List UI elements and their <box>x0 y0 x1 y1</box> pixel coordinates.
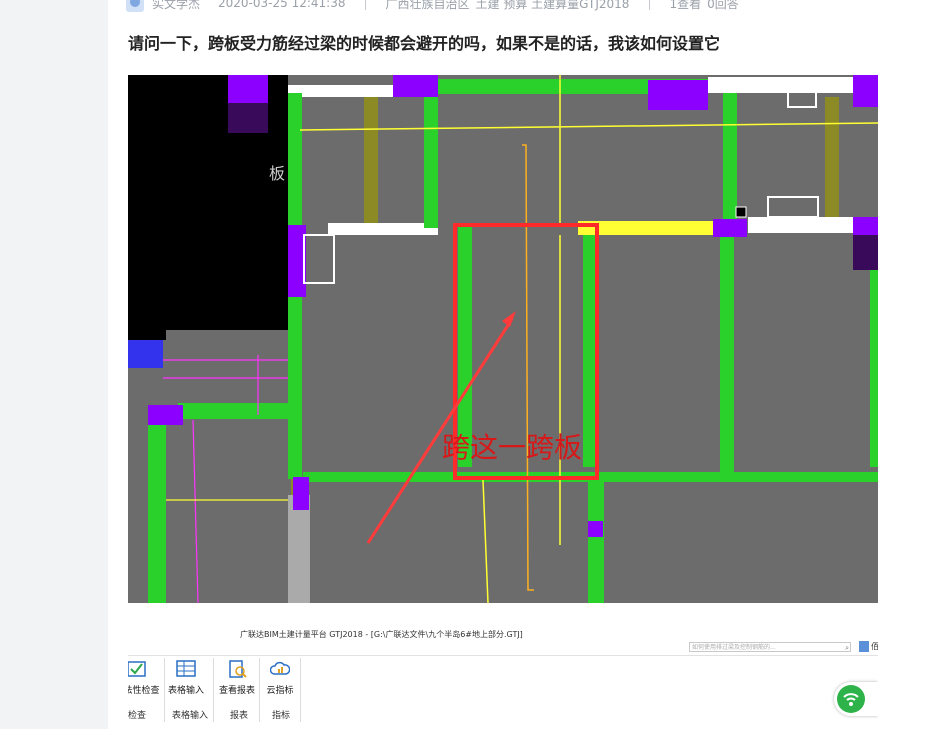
validity-check-button[interactable]: 合法性检查 <box>128 660 160 696</box>
view-report-button[interactable]: 查看报表 <box>214 660 260 696</box>
table-input-label: 表格输入 <box>167 686 204 696</box>
avatar[interactable] <box>126 0 144 12</box>
answer-count: 0回答 <box>707 0 739 11</box>
meta-divider: | <box>363 0 368 10</box>
annotation-text: 跨这一跨板 <box>442 431 582 464</box>
question-title: 请问一下，跨板受力筋经过梁的时候都会避开的吗，如果不是的话，我该如何设置它 <box>128 34 721 53</box>
cloud-icon <box>269 660 291 678</box>
user-icon[interactable] <box>859 641 869 652</box>
search-icon[interactable]: ⌕ <box>845 643 849 651</box>
ribbon-divider <box>213 658 214 722</box>
view-count: 1查看 <box>669 0 702 11</box>
ribbon-divider <box>259 658 260 722</box>
cloud-index-label: 云指标 <box>266 686 294 696</box>
group-check: 检查 <box>128 711 147 721</box>
check-icon <box>128 660 147 678</box>
board-label: 板 <box>269 164 285 183</box>
ribbon-divider <box>164 658 165 722</box>
table-input-button[interactable]: 表格输入 <box>163 660 209 696</box>
post-meta: 实文学杰 2020-03-25 12:41:38 | 广西壮族自治区 土建 预算… <box>126 0 757 14</box>
table-icon <box>176 660 196 678</box>
search-input[interactable]: 如何使用排过梁及控制钢筋的... ⌕ <box>689 642 851 652</box>
ribbon-toolbar: 合法性检查 表格输入 查看报表 云指标 <box>128 655 878 729</box>
cloud-index-button[interactable]: 云指标 <box>257 660 303 696</box>
post-region: 广西壮族自治区 <box>385 0 470 11</box>
app-title: 广联达BIM土建计量平台 GTJ2018 - [G:\广联达文件\九个半岛6#地… <box>240 630 523 639</box>
group-table-input: 表格输入 <box>172 711 209 721</box>
meta-divider: | <box>647 0 652 10</box>
report-icon <box>227 660 247 678</box>
post-datetime: 2020-03-25 12:41:38 <box>218 0 346 10</box>
wifi-icon <box>837 685 865 713</box>
cad-drawing: 板 跨这一跨板 <box>128 75 878 603</box>
attached-screenshot[interactable]: 板 跨这一跨板 广联达BIM土建计量平台 GTJ2018 - [G:\广联达文件… <box>128 75 878 729</box>
view-report-label: 查看报表 <box>218 686 255 696</box>
ribbon-divider <box>300 658 301 722</box>
network-widget[interactable] <box>834 682 878 716</box>
validity-check-label: 合法性检查 <box>128 686 160 696</box>
search-placeholder: 如何使用排过梁及控制钢筋的... <box>692 644 776 651</box>
post-card: 实文学杰 2020-03-25 12:41:38 | 广西壮族自治区 土建 预算… <box>108 0 933 729</box>
post-tags[interactable]: 土建 预算 土建算量GTJ2018 <box>476 0 630 12</box>
user-label[interactable]: 佰 <box>871 641 878 652</box>
group-index: 指标 <box>272 711 291 721</box>
group-report: 报表 <box>230 711 249 721</box>
author-name[interactable]: 实文学杰 <box>152 0 200 12</box>
